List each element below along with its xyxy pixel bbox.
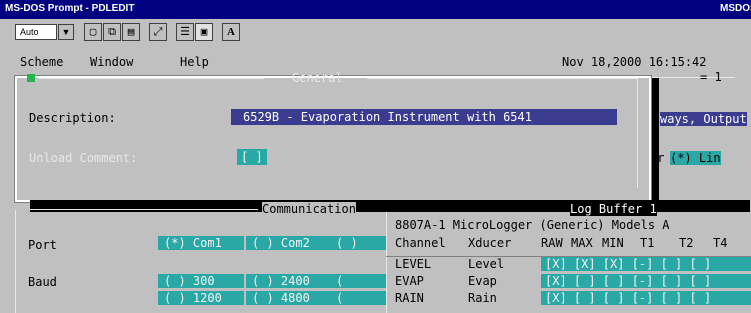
window-number: = 1 — [700, 70, 722, 84]
row-flags[interactable]: [X] [ ] [ ] [-] [ ] [ ] — [541, 274, 751, 288]
behind-option[interactable]: (*) Lin — [670, 151, 721, 165]
baud-row1-other-radio[interactable]: ( — [330, 274, 390, 288]
paste-icon[interactable]: ▤ — [122, 23, 140, 41]
properties-icon[interactable]: ☰ — [176, 23, 194, 41]
baud-row2-other-radio[interactable]: ( — [330, 291, 390, 305]
font-size-select[interactable]: Auto — [15, 24, 57, 40]
toolbar: Auto ▼ ▢ ⧉ ▤ ⤢ ☰ ▣ A — [0, 19, 751, 48]
row-xducer: Rain — [468, 291, 497, 305]
col-channel: Channel — [395, 236, 446, 250]
communication-frame-top — [30, 209, 258, 210]
menu-scheme[interactable]: Scheme — [20, 55, 63, 69]
baud-label: Baud — [28, 275, 57, 289]
dialog-title: General — [292, 71, 343, 85]
close-box-icon[interactable] — [27, 74, 35, 82]
unload-comment-checkbox[interactable]: [ ] — [237, 149, 267, 165]
row-xducer: Evap — [468, 274, 497, 288]
window-title: MS-DOS Prompt - PDLEDIT — [5, 3, 135, 14]
background-icon[interactable]: ▣ — [195, 23, 213, 41]
col-t4: T4 — [713, 236, 728, 250]
col-t1: T1 — [640, 236, 655, 250]
baud-1200-radio[interactable]: ( ) 1200 — [158, 291, 244, 305]
baud-4800-radio[interactable]: ( ) 4800 — [246, 291, 332, 305]
brand-logo: MSDOS — [720, 3, 751, 14]
behind-text: ways, Output — [660, 112, 747, 126]
dialog-frame-right — [367, 78, 637, 79]
row-flags[interactable]: [X] [ ] [ ] [-] [ ] [ ] — [541, 291, 751, 305]
log-buffer-title: Log Buffer 1 — [570, 202, 657, 216]
description-field[interactable]: 6529B - Evaporation Instrument with 6541 — [231, 109, 617, 125]
communication-title: Communication — [262, 202, 356, 216]
port-com2-radio[interactable]: ( ) Com2 — [246, 236, 332, 250]
datetime: Nov 18,2000 16:15:42 — [562, 55, 707, 69]
communication-frame-left — [15, 210, 16, 313]
row-xducer: Level — [468, 257, 505, 271]
baud-300-radio[interactable]: ( ) 300 — [158, 274, 244, 288]
unload-comment-label: Unload Comment: — [29, 151, 138, 165]
dialog-frame-left — [39, 78, 264, 79]
port-com1-radio[interactable]: (*) Com1 — [158, 236, 244, 250]
description-label: Description: — [29, 111, 116, 125]
mark-icon[interactable]: ▢ — [84, 23, 102, 41]
col-min: MIN — [602, 236, 624, 250]
row-channel: EVAP — [395, 274, 424, 288]
row-channel: RAIN — [395, 291, 424, 305]
log-buffer-frame-left — [386, 212, 387, 313]
col-raw: RAW — [541, 236, 563, 250]
row-flags[interactable]: [X] [X] [X] [-] [ ] [ ] — [541, 257, 751, 271]
row-channel: LEVEL — [395, 257, 432, 271]
col-max: MAX — [571, 236, 593, 250]
port-label: Port — [28, 238, 57, 252]
title-bar: MS-DOS Prompt - PDLEDIT MSDOS — [0, 0, 751, 19]
baud-2400-radio[interactable]: ( ) 2400 — [246, 274, 332, 288]
general-dialog: General Description: 6529B - Evaporation… — [14, 71, 652, 203]
port-other-radio[interactable]: ( ) — [330, 236, 390, 250]
copy-icon[interactable]: ⧉ — [103, 23, 121, 41]
dialog-frame-side — [637, 78, 638, 188]
log-buffer-header: 8807A-1 MicroLogger (Generic) Models A — [395, 218, 670, 232]
fullscreen-icon[interactable]: ⤢ — [149, 23, 167, 41]
font-button[interactable]: A — [222, 23, 240, 41]
menu-help[interactable]: Help — [180, 55, 209, 69]
chevron-down-icon[interactable]: ▼ — [58, 24, 74, 40]
menu-window[interactable]: Window — [90, 55, 133, 69]
col-xducer: Xducer — [468, 236, 512, 250]
col-t2: T2 — [679, 236, 694, 250]
